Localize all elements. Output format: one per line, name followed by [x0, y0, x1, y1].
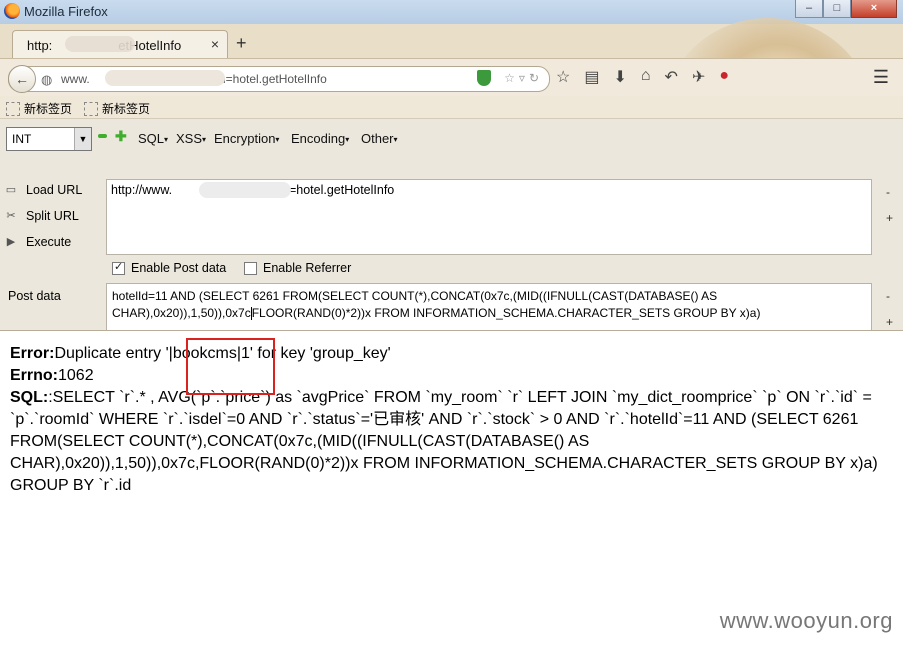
hackbar-toolbar: INT ▼ ✚ SQL▾ XSS▾ Encryption▾ Encoding▾ O…	[0, 119, 903, 151]
menu-encoding[interactable]: Encoding▾	[291, 131, 349, 146]
url-bar[interactable]: ← ◍ www./?m=hotel.getHotelInfo ☆▿↻	[8, 65, 550, 93]
download-icon[interactable]: ⬇	[613, 67, 626, 87]
load-icon: ▭	[5, 184, 17, 196]
error-output: Error:Duplicate entry '|bookcms|1' for k…	[10, 338, 890, 497]
maximize-button[interactable]: □	[823, 0, 851, 18]
split-url-button[interactable]: ✂ Split URL	[4, 209, 78, 223]
errno-line: Errno:1062	[10, 367, 94, 384]
menu-other[interactable]: Other▾	[361, 131, 398, 146]
page-icon	[84, 101, 98, 116]
window-title: Mozilla Firefox	[24, 4, 108, 19]
enable-post-checkbox[interactable]: Enable Post data	[112, 260, 226, 275]
post-data-value: hotelId=11 AND (SELECT 6261 FROM(SELECT …	[112, 289, 761, 321]
tab-strip: http: etHotelInfo × +	[0, 30, 903, 59]
hackbar-panel: INT ▼ ✚ SQL▾ XSS▾ Encryption▾ Encoding▾ O…	[0, 118, 903, 355]
minimize-button[interactable]: –	[795, 0, 823, 18]
redacted-blur	[65, 36, 135, 52]
sql-line: SQL::SELECT `r`.* , AVG(`p`.`price`) as …	[10, 389, 878, 494]
increase-icon[interactable]: ✚	[115, 129, 127, 143]
redacted-blur	[105, 70, 225, 86]
expand-button[interactable]: +	[886, 211, 893, 225]
navigation-bar: ← ◍ www./?m=hotel.getHotelInfo ☆▿↻ ☆ ▤ ⬇…	[0, 58, 903, 97]
bookmarks-bar: 新标签页 新标签页	[0, 96, 903, 118]
error-line: Error:Duplicate entry '|bookcms|1' for k…	[10, 345, 391, 362]
checkbox-checked[interactable]	[112, 260, 125, 275]
firefox-logo-icon	[4, 3, 20, 19]
addon-red-icon[interactable]: ●	[719, 67, 729, 87]
enable-referrer-checkbox[interactable]: Enable Referrer	[244, 261, 351, 275]
undo-icon[interactable]: ↶	[665, 67, 678, 87]
new-tab-button[interactable]: +	[236, 33, 247, 54]
globe-icon: ◍	[41, 72, 53, 87]
menu-sql[interactable]: SQL▾	[138, 131, 168, 146]
toolbar-icons: ☆ ▤ ⬇ ⌂ ↶ ✈ ●	[556, 67, 729, 87]
hamburger-menu-icon[interactable]: ☰	[873, 67, 889, 88]
star-icon[interactable]: ☆	[556, 67, 570, 87]
back-arrow-icon[interactable]: ←	[8, 65, 36, 93]
browser-chrome: http: etHotelInfo × + ← ◍ www./?m=hotel.g…	[0, 18, 903, 355]
menu-xss[interactable]: XSS▾	[176, 131, 206, 146]
page-icon	[6, 101, 20, 116]
watermark: www.wooyun.org	[719, 608, 893, 633]
post-data-label: Post data	[8, 289, 61, 303]
shield-icon[interactable]	[477, 70, 491, 86]
decrease-icon[interactable]	[98, 134, 107, 138]
addon-icon[interactable]: ✈	[692, 67, 705, 87]
chevron-down-icon: ▼	[74, 128, 91, 150]
url-actions-icon[interactable]: ☆▿↻	[504, 71, 543, 85]
bookmark-item[interactable]: 新标签页	[84, 100, 150, 117]
highlight-box	[186, 338, 275, 395]
home-icon[interactable]: ⌂	[641, 67, 651, 87]
tab-active[interactable]: http: etHotelInfo ×	[12, 30, 228, 59]
menu-encryption[interactable]: Encryption▾	[214, 131, 279, 146]
page-content: Error:Duplicate entry '|bookcms|1' for k…	[0, 330, 903, 648]
scissors-icon: ✂	[6, 210, 16, 222]
close-tab-icon[interactable]: ×	[211, 36, 219, 52]
window-controls: – □ ×	[795, 0, 897, 18]
expand-button[interactable]: +	[886, 315, 893, 329]
type-select[interactable]: INT ▼	[6, 127, 92, 151]
shrink-button[interactable]: -	[886, 185, 890, 199]
redacted-blur	[199, 182, 291, 198]
load-url-button[interactable]: ▭ Load URL	[4, 183, 83, 197]
shrink-button[interactable]: -	[886, 289, 890, 303]
firefox-window: Mozilla Firefox – □ × http: etHotelInfo ×…	[0, 0, 903, 648]
checkbox-unchecked[interactable]	[244, 261, 257, 275]
close-window-button[interactable]: ×	[851, 0, 897, 18]
reading-list-icon[interactable]: ▤	[584, 67, 599, 87]
execute-button[interactable]: ▶ Execute	[4, 235, 71, 249]
url-textarea[interactable]: http://www./?m=hotel.getHotelInfo	[106, 179, 872, 255]
play-icon: ▶	[6, 236, 16, 248]
bookmark-item[interactable]: 新标签页	[6, 100, 72, 117]
